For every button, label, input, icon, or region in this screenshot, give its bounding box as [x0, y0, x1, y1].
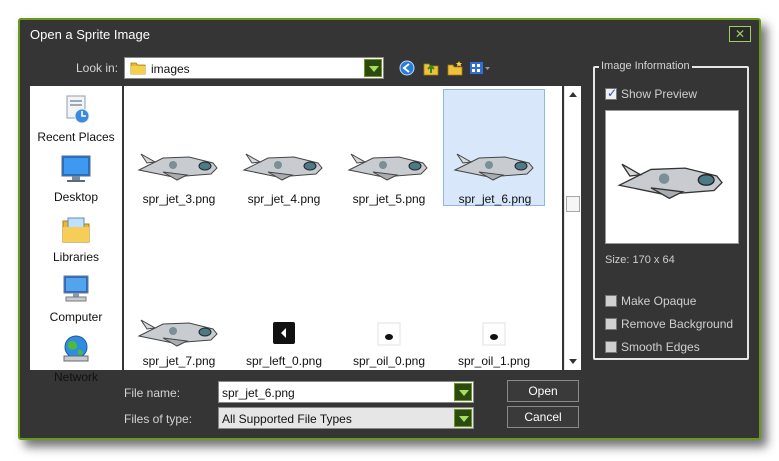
file-name-label: File name:	[124, 386, 181, 400]
jet-thumbnail	[242, 153, 323, 181]
place-recent-places[interactable]: Recent Places	[30, 94, 122, 150]
place-network[interactable]: Network	[30, 334, 122, 390]
file-type-value: All Supported File Types	[222, 412, 352, 426]
oil-thumbnail	[377, 322, 401, 346]
file-name: spr_jet_4.png	[247, 192, 321, 206]
places-bar: Recent Places Desktop Libraries Computer…	[30, 86, 122, 384]
jet-thumbnail	[137, 319, 218, 347]
view-menu-icon[interactable]	[469, 60, 491, 76]
file-list-scrollbar[interactable]	[564, 86, 581, 370]
checkbox-label: Show Preview	[621, 87, 698, 101]
chevron-down-icon[interactable]	[454, 383, 472, 401]
new-folder-icon[interactable]	[447, 60, 463, 76]
checkbox-unchecked[interactable]	[605, 341, 617, 353]
jet-thumbnail	[347, 153, 428, 181]
file-name: spr_jet_3.png	[142, 192, 216, 206]
checkbox-label: Remove Background	[621, 317, 734, 331]
checkbox-label: Smooth Edges	[621, 340, 700, 354]
up-folder-icon[interactable]	[423, 60, 439, 76]
file-item[interactable]: spr_jet_3.png	[128, 90, 230, 206]
file-type-label: Files of type:	[124, 412, 193, 426]
network-icon	[63, 335, 89, 362]
jet-thumbnail	[137, 153, 218, 181]
place-computer[interactable]: Computer	[30, 274, 122, 330]
checkbox-label: Make Opaque	[621, 294, 697, 308]
chevron-down-icon[interactable]	[454, 409, 472, 427]
checkbox-unchecked[interactable]	[605, 295, 617, 307]
file-name: spr_jet_6.png	[458, 192, 532, 206]
place-libraries[interactable]: Libraries	[30, 214, 122, 270]
file-name-value: spr_jet_6.png	[222, 386, 295, 400]
close-icon: ✕	[734, 27, 746, 41]
image-preview	[605, 110, 739, 244]
place-label: Recent Places	[37, 130, 115, 144]
image-information-legend: Image Information	[599, 60, 692, 72]
open-sprite-dialog: Open a Sprite Image ✕ Look in: images Re…	[18, 18, 761, 440]
file-list: spr_jet_3.png spr_jet_4.png spr_jet_5.pn…	[124, 86, 562, 370]
checkbox-unchecked[interactable]	[605, 318, 617, 330]
checkbox-checked[interactable]	[605, 86, 617, 100]
file-name: spr_jet_5.png	[352, 192, 426, 206]
chevron-down-icon[interactable]	[364, 59, 382, 77]
file-name-field[interactable]: spr_jet_6.png	[218, 381, 474, 403]
image-information-group: Image Information Show Preview Size: 170…	[593, 60, 749, 360]
image-size-text: Size: 170 x 64	[605, 254, 675, 266]
place-label: Computer	[49, 310, 103, 324]
look-in-value: images	[151, 62, 190, 76]
close-button[interactable]: ✕	[729, 26, 751, 42]
look-in-dropdown[interactable]: images	[124, 57, 384, 79]
jet-preview-image	[617, 163, 723, 200]
cancel-button[interactable]: Cancel	[507, 406, 579, 428]
scrollbar-thumb[interactable]	[566, 196, 580, 212]
file-item[interactable]: spr_oil_0.png	[338, 238, 440, 368]
file-item[interactable]: spr_left_0.png	[233, 238, 335, 368]
scroll-down-icon[interactable]	[569, 359, 577, 364]
oil-thumbnail	[482, 322, 506, 346]
look-in-label: Look in:	[76, 61, 119, 75]
folder-icon	[130, 62, 146, 75]
file-item[interactable]: spr_jet_5.png	[338, 90, 440, 206]
back-icon[interactable]	[399, 60, 415, 76]
place-label: Network	[53, 370, 98, 384]
file-item[interactable]: spr_oil_1.png	[443, 238, 545, 368]
file-name: spr_left_0.png	[245, 354, 323, 368]
file-type-dropdown[interactable]: All Supported File Types	[218, 407, 474, 429]
computer-icon	[63, 275, 89, 302]
file-item[interactable]: spr_jet_7.png	[128, 238, 230, 368]
recent-places-icon	[66, 95, 90, 124]
place-label: Libraries	[52, 250, 100, 264]
file-item[interactable]: spr_jet_4.png	[233, 90, 335, 206]
dialog-title: Open a Sprite Image	[30, 27, 150, 42]
title-bar: Open a Sprite Image ✕	[20, 20, 759, 48]
file-name: spr_jet_7.png	[142, 354, 216, 368]
file-name: spr_oil_0.png	[352, 354, 426, 368]
open-button[interactable]: Open	[507, 380, 579, 402]
place-desktop[interactable]: Desktop	[30, 154, 122, 210]
libraries-icon	[62, 217, 90, 243]
jet-thumbnail	[453, 153, 534, 181]
file-name: spr_oil_1.png	[457, 354, 531, 368]
scroll-up-icon[interactable]	[569, 92, 577, 97]
desktop-icon	[61, 155, 91, 182]
arrow-thumbnail	[273, 322, 295, 344]
place-label: Desktop	[53, 190, 99, 204]
file-item-selected[interactable]: spr_jet_6.png	[443, 89, 545, 206]
